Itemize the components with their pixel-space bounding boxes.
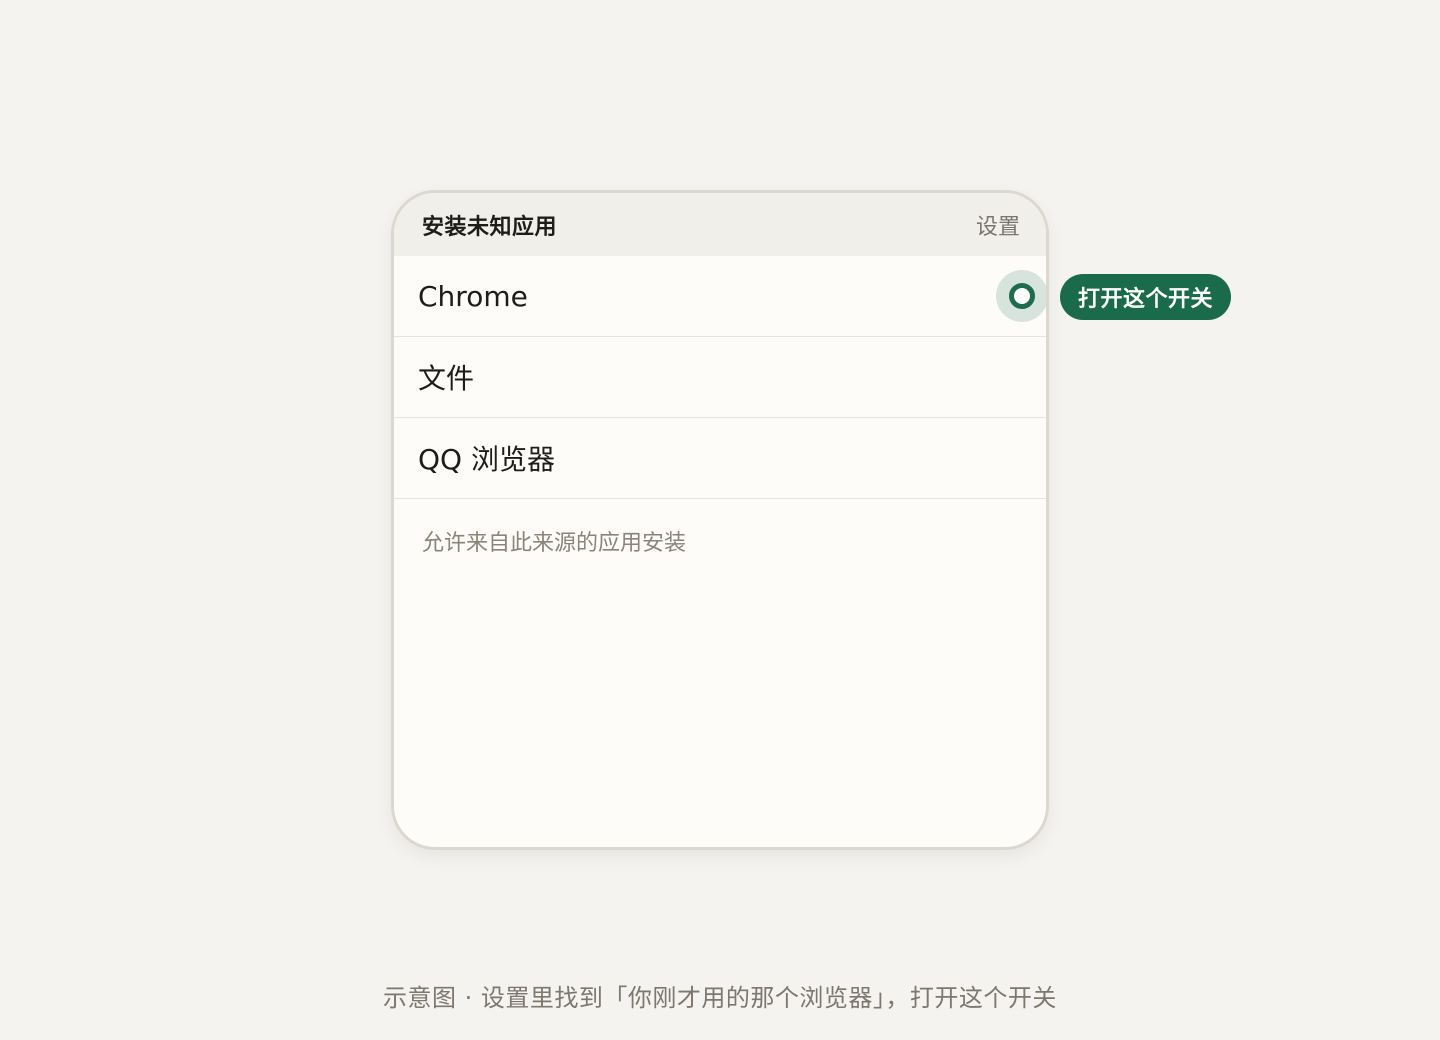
settings-header: 安装未知应用 设置 xyxy=(394,193,1046,256)
toggle-knob xyxy=(1009,283,1035,309)
app-row-qq-browser[interactable]: QQ 浏览器 xyxy=(394,418,1046,499)
settings-link[interactable]: 设置 xyxy=(976,209,1020,241)
callout-badge: 打开这个开关 xyxy=(1060,274,1232,320)
app-label: Chrome xyxy=(418,279,528,313)
page-title: 安装未知应用 xyxy=(422,214,558,240)
app-label: QQ 浏览器 xyxy=(418,443,555,476)
app-row-files[interactable]: 文件 xyxy=(394,337,1046,418)
phone-mockup: 安装未知应用 设置 Chrome 文件 QQ 浏览器 允许来自此来源的应用安装 xyxy=(391,190,1049,850)
app-row-chrome[interactable]: Chrome xyxy=(394,256,1046,337)
illustration-stage: 安装未知应用 设置 Chrome 文件 QQ 浏览器 允许来自此来源的应用安装 … xyxy=(0,0,1440,1040)
app-label: 文件 xyxy=(418,362,475,395)
allow-toggle[interactable] xyxy=(996,270,1046,322)
figure-caption: 示意图 · 设置里找到「你刚才用的那个浏览器」，打开这个开关 xyxy=(383,984,1057,1012)
allow-source-hint: 允许来自此来源的应用安装 xyxy=(422,531,687,556)
